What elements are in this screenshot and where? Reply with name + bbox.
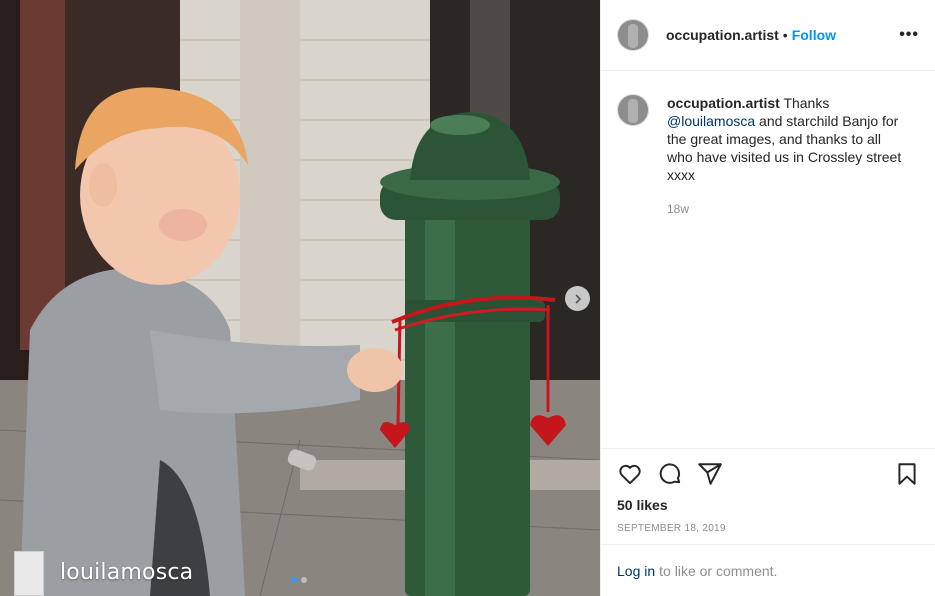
share-button[interactable] [697, 461, 723, 487]
caption-comment: occupation.artist Thanks @louilamosca an… [617, 94, 920, 218]
caption-username[interactable]: occupation.artist [667, 95, 780, 111]
caption-age[interactable]: 18w [667, 200, 907, 218]
login-prompt: Log in to like or comment. [601, 544, 935, 596]
caption-mention-link[interactable]: @louilamosca [667, 113, 755, 129]
likes-count[interactable]: 50 likes [617, 497, 920, 513]
caption-avatar[interactable] [617, 94, 649, 126]
watermark-thumbnail [14, 551, 44, 596]
comment-button[interactable] [657, 461, 683, 487]
author-username[interactable]: occupation.artist [666, 27, 779, 43]
heart-icon [619, 464, 641, 485]
comment-icon [659, 463, 681, 484]
carousel-dot [291, 577, 297, 583]
more-options-icon[interactable]: ••• [899, 26, 919, 44]
post-date: SEPTEMBER 18, 2019 [617, 523, 726, 534]
caption-text-start: Thanks [783, 95, 830, 111]
bookmark-icon [898, 463, 916, 485]
street-photo-illustration [0, 0, 600, 596]
login-link[interactable]: Log in [617, 563, 655, 579]
save-button[interactable] [894, 461, 920, 487]
post-actions: 50 likes SEPTEMBER 18, 2019 [601, 448, 935, 544]
follow-button[interactable]: Follow [792, 27, 836, 43]
chevron-right-icon [574, 293, 581, 304]
header-separator: • [782, 27, 788, 43]
post-photo[interactable]: louilamosca [0, 0, 600, 596]
author-avatar[interactable] [617, 19, 649, 51]
carousel-next-button[interactable] [565, 286, 590, 311]
share-icon [698, 463, 722, 485]
post-header: occupation.artist • Follow ••• [601, 0, 935, 71]
watermark-username: louilamosca [60, 560, 194, 585]
like-button[interactable] [617, 461, 643, 487]
login-prompt-text: to like or comment. [659, 562, 778, 579]
carousel-dot [301, 577, 307, 583]
post-side-panel: occupation.artist • Follow ••• occupatio… [600, 0, 935, 596]
carousel-indicator [291, 577, 307, 583]
